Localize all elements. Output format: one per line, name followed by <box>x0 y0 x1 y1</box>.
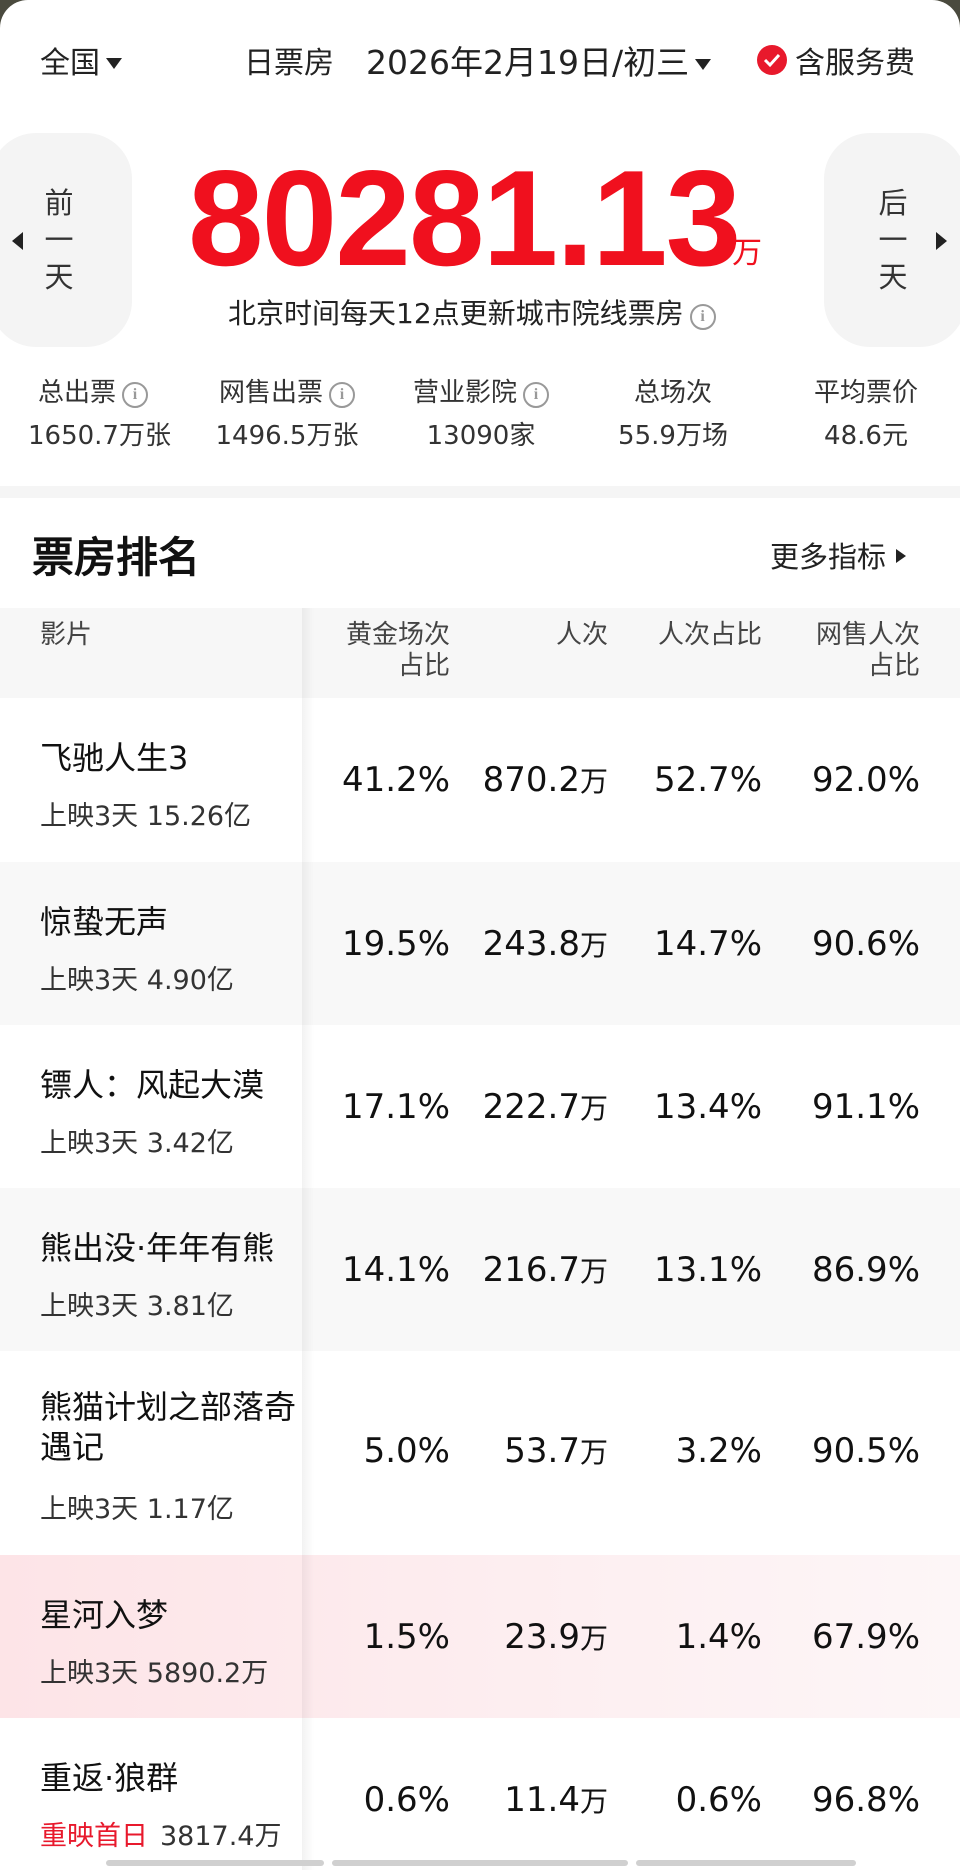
check-icon <box>763 53 781 68</box>
online-share-cell: 90.6% <box>811 924 920 964</box>
golden-share-cell: 41.2% <box>341 760 450 800</box>
col-online-share[interactable]: 网售人次 占比 <box>784 620 920 682</box>
scroll-indicator <box>332 1860 628 1866</box>
admissions-cell: 23.9万 <box>504 1617 608 1657</box>
online-share-cell: 96.8% <box>811 1780 920 1820</box>
date-label: 2026年2月19日/初三 <box>366 43 690 82</box>
scroll-indicator <box>106 1860 324 1866</box>
info-icon[interactable]: i <box>122 382 148 408</box>
admissions-cell: 870.2万 <box>482 760 608 800</box>
chevron-down-icon <box>695 59 712 70</box>
region-label: 全国 <box>40 46 100 81</box>
golden-share-cell: 17.1% <box>341 1087 450 1127</box>
movie-release-info: 重映首日 3817.4万 <box>40 1821 282 1852</box>
golden-share-cell: 5.0% <box>363 1431 450 1471</box>
ranking-title: 票房排名 <box>32 533 201 582</box>
movie-release-info: 上映3天 15.26亿 <box>40 801 252 832</box>
prev-day-label: 前一天 <box>44 186 74 294</box>
col-golden-share[interactable]: 黄金场次 占比 <box>312 620 450 682</box>
online-share-cell: 91.1% <box>811 1087 920 1127</box>
admission-share-cell: 13.4% <box>653 1087 762 1127</box>
movie-title[interactable]: 星河入梦 <box>40 1595 310 1635</box>
service-fee-label: 含服务费 <box>795 46 915 81</box>
online-share-cell: 67.9% <box>811 1617 920 1657</box>
online-share-cell: 86.9% <box>811 1250 920 1290</box>
scroll-indicator <box>636 1860 856 1866</box>
chevron-down-icon <box>106 58 122 69</box>
admission-share-cell: 52.7% <box>653 760 762 800</box>
total-box-office: 80281.13 <box>188 142 741 294</box>
caret-right-icon <box>896 549 907 563</box>
stat-total-tickets: 总出票 i 1650.7万张 <box>28 378 171 451</box>
online-share-cell: 92.0% <box>811 760 920 800</box>
admissions-cell: 243.8万 <box>482 924 608 964</box>
info-icon[interactable]: i <box>329 382 355 408</box>
admissions-cell: 11.4万 <box>504 1780 608 1820</box>
golden-share-cell: 1.5% <box>363 1617 450 1657</box>
top-bar: 全国 日票房 2026年2月19日/初三 含服务费 <box>0 0 960 120</box>
movie-release-info: 上映3天 4.90亿 <box>40 965 234 996</box>
movie-title[interactable]: 熊出没·年年有熊 <box>40 1228 310 1268</box>
info-icon[interactable]: i <box>523 382 549 408</box>
admission-share-cell: 3.2% <box>675 1431 762 1471</box>
col-admission-share[interactable]: 人次占比 <box>620 620 762 651</box>
table-row[interactable]: 惊蛰无声上映3天 4.90亿 19.5% 243.8万 14.7% 90.6% <box>0 862 960 1025</box>
table-row[interactable]: 星河入梦上映3天 5890.2万 1.5% 23.9万 1.4% 67.9% <box>0 1555 960 1718</box>
next-day-label: 后一天 <box>878 186 908 294</box>
admission-share-cell: 1.4% <box>675 1617 762 1657</box>
info-icon[interactable]: i <box>689 304 716 330</box>
region-selector[interactable]: 全国 <box>40 38 122 82</box>
date-selector[interactable]: 2026年2月19日/初三 <box>366 36 712 84</box>
total-box-office-unit: 万 <box>732 236 762 271</box>
movie-title[interactable]: 惊蛰无声 <box>40 902 310 942</box>
admissions-cell: 216.7万 <box>482 1250 608 1290</box>
stat-online-tickets: 网售出票 i 1496.5万张 <box>215 378 359 451</box>
frozen-column-shadow <box>302 608 314 1870</box>
table-row[interactable]: 熊猫计划之部落奇遇记上映3天 1.17亿 5.0% 53.7万 3.2% 90.5% <box>0 1351 960 1555</box>
movie-release-info: 上映3天 5890.2万 <box>40 1658 269 1689</box>
stat-avg-price: 平均票价 48.6元 <box>813 378 918 451</box>
section-divider <box>0 486 960 498</box>
box-type-label: 日票房 <box>244 46 334 81</box>
movie-title[interactable]: 飞驰人生3 <box>40 738 310 778</box>
golden-share-cell: 19.5% <box>341 924 450 964</box>
admission-share-cell: 14.7% <box>653 924 762 964</box>
admission-share-cell: 13.1% <box>653 1250 762 1290</box>
service-fee-checkbox[interactable] <box>757 45 787 75</box>
col-film: 影片 <box>40 620 93 650</box>
table-header: 影片 黄金场次 占比 人次 人次占比 网售人次 占比 <box>0 608 960 698</box>
movie-release-info: 上映3天 3.81亿 <box>40 1291 234 1322</box>
admissions-cell: 222.7万 <box>482 1087 608 1127</box>
movie-title[interactable]: 镖人：风起大漠 <box>40 1065 310 1105</box>
caret-left-icon <box>12 232 23 250</box>
update-note: 北京时间每天12点更新城市院线票房 i <box>228 292 716 332</box>
golden-share-cell: 0.6% <box>363 1780 450 1820</box>
caret-right-icon <box>936 232 947 250</box>
stat-total-shows: 总场次 55.9万场 <box>618 378 728 451</box>
table-row[interactable]: 镖人：风起大漠上映3天 3.42亿 17.1% 222.7万 13.4% 91.1% <box>0 1025 960 1188</box>
box-office-page: 全国 日票房 2026年2月19日/初三 含服务费 前一天 后一天 80281.… <box>0 0 960 1870</box>
rerelease-tag: 重映首日 <box>40 1821 148 1852</box>
golden-share-cell: 14.1% <box>341 1250 450 1290</box>
online-share-cell: 90.5% <box>811 1431 920 1471</box>
stat-open-cinemas: 营业影院 i 13090家 <box>408 372 554 452</box>
admission-share-cell: 0.6% <box>675 1780 762 1820</box>
table-row[interactable]: 重返·狼群重映首日 3817.4万 0.6% 11.4万 0.6% 96.8% <box>0 1718 960 1870</box>
movie-title[interactable]: 熊猫计划之部落奇遇记 <box>40 1387 310 1467</box>
col-admissions[interactable]: 人次 <box>470 620 608 651</box>
admissions-cell: 53.7万 <box>504 1431 608 1471</box>
table-row[interactable]: 熊出没·年年有熊上映3天 3.81亿 14.1% 216.7万 13.1% 86.9% <box>0 1188 960 1351</box>
movie-title[interactable]: 重返·狼群 <box>40 1758 310 1798</box>
table-row[interactable]: 飞驰人生3 上映3天 15.26亿 41.2% 870.2万 52.7% 92.0% <box>0 698 960 862</box>
movie-release-info: 上映3天 3.42亿 <box>40 1128 234 1159</box>
movie-release-info: 上映3天 1.17亿 <box>40 1494 234 1525</box>
more-metrics-button[interactable]: 更多指标 <box>770 534 907 576</box>
